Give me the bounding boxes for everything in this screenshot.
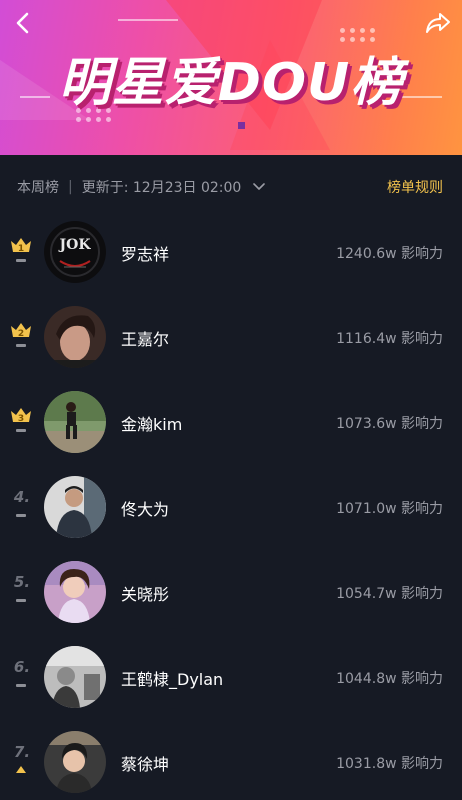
avatar[interactable] [44,731,106,793]
artist-name: 王鹤棣_Dylan [121,670,224,689]
banner: 明星爱DOU榜 [0,0,462,155]
crown-icon: 2 [11,323,31,338]
banner-decoration [238,122,245,129]
artist-name: 佟大为 [121,500,170,519]
rank-badge: 2 [10,322,34,352]
avatar[interactable] [44,391,106,453]
list-item[interactable]: 5. 关晓彤 1054.7w 影响力 [0,549,462,634]
rank-number: 4. [13,488,31,506]
rank-number: 5. [13,573,31,591]
crown-icon: 3 [11,408,31,423]
rank-badge: 6. [10,658,34,692]
trend-up-icon [16,766,26,773]
svg-text:1: 1 [18,244,24,253]
board-rules-link[interactable]: 榜单规则 [387,177,443,197]
svg-text:JOK: JOK [58,237,92,253]
list-item[interactable]: 2 王嘉尔 1116.4w 影响力 [0,294,462,379]
banner-decoration [118,19,178,21]
list-item[interactable]: 7. 蔡徐坤 1031.8w 影响力 [0,719,462,800]
rank-badge: 7. [10,743,34,777]
artist-name: 蔡徐坤 [121,755,170,774]
influence-score: 1054.7w 影响力 [336,586,443,602]
list-item[interactable]: 6. 王鹤棣_Dylan 1044.8w 影响力 [0,634,462,719]
influence-score: 1031.8w 影响力 [336,756,443,772]
crown-icon: 1 [11,238,31,253]
rank-badge: 4. [10,488,34,522]
avatar[interactable] [44,561,106,623]
update-time: 更新于: 12月23日 02:00 [81,180,242,196]
avatar[interactable]: JOK [44,221,106,283]
rank-badge: 5. [10,573,34,607]
avatar[interactable] [44,646,106,708]
share-arrow-icon [426,13,450,33]
avatar[interactable] [44,306,106,368]
trend-flat-icon [16,259,26,262]
trend-flat-icon [16,344,26,347]
artist-name: 关晓彤 [121,585,170,604]
trend-flat-icon [16,684,26,687]
list-item[interactable]: 1 JOK 罗志祥 1240.6w 影响力 [0,209,462,294]
board-period-label: 本周榜 [17,180,59,196]
chevron-left-icon [16,12,29,34]
banner-title: 明星爱DOU榜 [58,53,404,113]
trend-flat-icon [16,429,26,432]
trend-flat-icon [16,514,26,517]
divider: | [68,179,73,195]
influence-score: 1116.4w 影响力 [336,331,443,347]
avatar[interactable] [44,476,106,538]
rank-badge: 1 [10,237,34,267]
trend-flat-icon [16,599,26,602]
share-button[interactable] [422,8,454,38]
influence-score: 1044.8w 影响力 [336,671,443,687]
rank-badge: 3 [10,407,34,437]
artist-name: 王嘉尔 [121,330,170,349]
list-item[interactable]: 3 金瀚kim 1073.6w 影响力 [0,379,462,464]
influence-score: 1071.0w 影响力 [336,501,443,517]
ranking-list: 1 JOK 罗志祥 1240.6w 影响力 2 王嘉尔 1116.4w 影响力 … [0,209,462,800]
period-dropdown-toggle[interactable] [253,183,266,191]
artist-name: 金瀚kim [121,415,183,434]
back-button[interactable] [8,8,38,38]
influence-score: 1240.6w 影响力 [336,246,443,262]
rank-number: 7. [13,743,31,761]
artist-name: 罗志祥 [121,245,170,264]
chevron-down-icon [253,183,266,190]
list-item[interactable]: 4. 佟大为 1071.0w 影响力 [0,464,462,549]
svg-text:3: 3 [18,414,24,423]
influence-score: 1073.6w 影响力 [336,416,443,432]
svg-text:2: 2 [18,329,24,338]
rank-number: 6. [13,658,31,676]
